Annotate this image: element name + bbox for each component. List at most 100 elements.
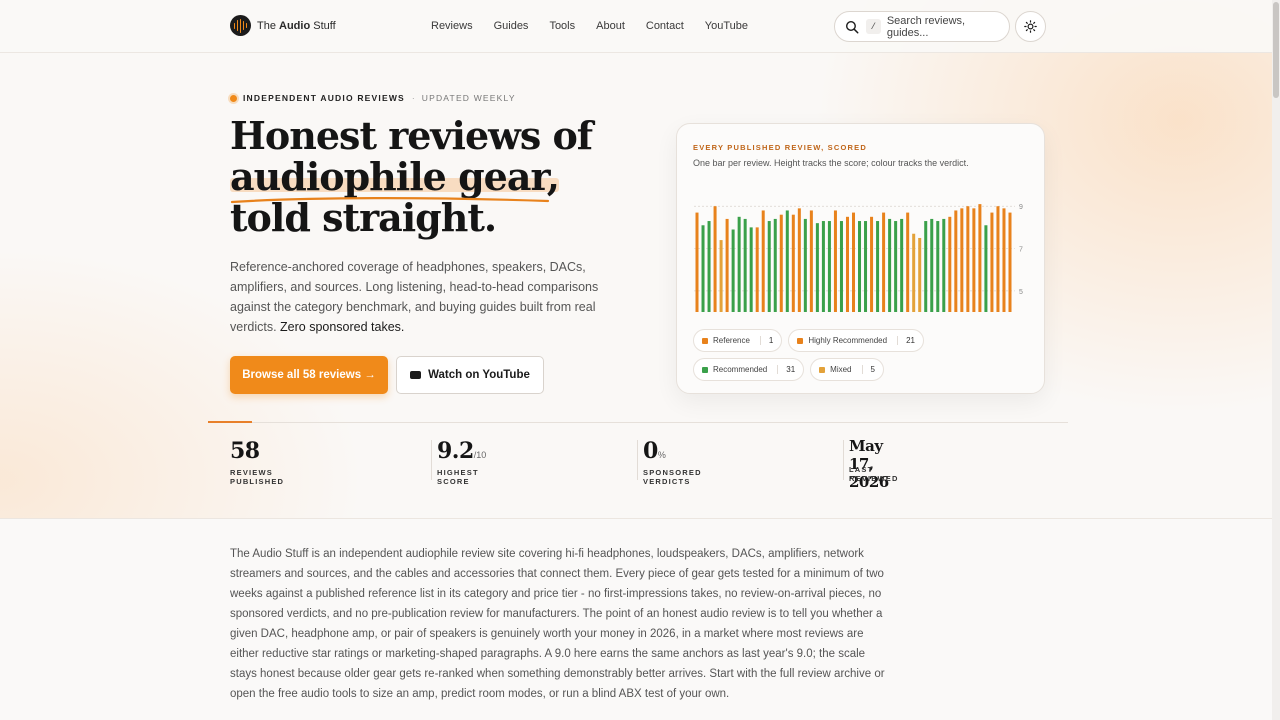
scrollbar-thumb[interactable]	[1273, 2, 1279, 98]
score-bar[interactable]	[978, 204, 982, 312]
score-bar[interactable]	[797, 208, 801, 312]
score-bar[interactable]	[803, 218, 807, 312]
nav-tools[interactable]: Tools	[549, 20, 575, 32]
hero-headline: Honest reviews of audiophile gear, told …	[230, 115, 650, 238]
score-bar[interactable]	[833, 210, 837, 312]
score-bar[interactable]	[996, 206, 1000, 312]
eyebrow-separator: ·	[411, 93, 415, 103]
legend-mixed[interactable]: Mixed 5	[810, 358, 884, 381]
legend-reference[interactable]: Reference 1	[693, 329, 783, 352]
score-bar[interactable]	[725, 218, 729, 312]
score-bar[interactable]	[918, 237, 922, 312]
stats-divider	[208, 422, 1068, 423]
score-bar[interactable]	[845, 216, 849, 312]
score-bar[interactable]	[719, 240, 723, 312]
score-bar[interactable]	[767, 221, 771, 312]
score-bar[interactable]	[930, 218, 934, 312]
hero-eyebrow: INDEPENDENT AUDIO REVIEWS · UPDATED WEEK…	[230, 93, 516, 103]
eyebrow-secondary: UPDATED WEEKLY	[421, 93, 516, 103]
nav-contact[interactable]: Contact	[646, 20, 684, 32]
score-bar[interactable]	[707, 221, 711, 312]
search-icon	[845, 20, 859, 34]
logo-icon	[230, 15, 251, 36]
score-bar[interactable]	[852, 212, 856, 312]
eyebrow-primary: INDEPENDENT AUDIO REVIEWS	[243, 93, 405, 103]
legend-highly-recommended[interactable]: Highly Recommended 21	[788, 329, 924, 352]
watch-youtube-button[interactable]: Watch on YouTube	[396, 356, 544, 394]
score-bar[interactable]	[876, 221, 880, 312]
score-bar[interactable]	[948, 216, 952, 312]
score-bar[interactable]	[960, 208, 964, 312]
score-bar[interactable]	[942, 218, 946, 312]
score-bar[interactable]	[809, 210, 813, 312]
nav-guides[interactable]: Guides	[494, 20, 529, 32]
score-bar[interactable]	[755, 227, 759, 312]
legend-recommended[interactable]: Recommended 31	[693, 358, 805, 381]
score-chart-card: EVERY PUBLISHED REVIEW, SCORED One bar p…	[676, 123, 1045, 394]
score-bar[interactable]	[984, 225, 988, 312]
site-header: The Audio Stuff Reviews Guides Tools Abo…	[0, 0, 1272, 53]
score-bar[interactable]	[713, 206, 717, 312]
score-bar[interactable]	[749, 227, 753, 312]
search-placeholder: Search reviews, guides...	[886, 14, 966, 39]
headline-underline-decoration	[230, 197, 550, 204]
legend-swatch	[702, 337, 708, 344]
score-bar[interactable]	[858, 221, 862, 312]
legend-swatch	[702, 366, 708, 373]
score-bar[interactable]	[966, 206, 970, 312]
score-bar[interactable]	[912, 233, 916, 312]
browse-reviews-button[interactable]: Browse all 58 reviews →	[230, 356, 388, 394]
score-bar[interactable]	[1008, 212, 1012, 312]
score-bar[interactable]	[900, 218, 904, 312]
score-bar-chart: 9 7 5	[694, 204, 1023, 313]
theme-toggle-button[interactable]	[1015, 11, 1046, 42]
score-bar[interactable]	[839, 221, 843, 312]
page-scrollbar[interactable]	[1272, 0, 1280, 720]
search-input[interactable]: / Search reviews, guides...	[834, 11, 1010, 42]
stats-accent-bar	[208, 421, 252, 423]
score-bar[interactable]	[894, 221, 898, 312]
headline-highlight: audiophile gear,	[230, 154, 560, 199]
score-bar[interactable]	[882, 212, 886, 312]
score-bar[interactable]	[821, 221, 825, 312]
headline-line-1: Honest reviews of	[230, 113, 593, 158]
watch-youtube-label: Watch on YouTube	[428, 369, 530, 381]
score-bar[interactable]	[906, 212, 910, 312]
score-bar[interactable]	[743, 218, 747, 312]
stat-last-reviewed: May 17, 2026 LAST REVIEWED	[849, 437, 899, 491]
stat-divider	[843, 440, 844, 480]
score-bar[interactable]	[761, 210, 765, 312]
sun-icon	[1024, 20, 1037, 33]
brand-logo-link[interactable]: The Audio Stuff	[230, 15, 336, 36]
score-bar[interactable]	[1002, 208, 1006, 312]
score-bar[interactable]	[888, 218, 892, 312]
score-bar[interactable]	[731, 229, 735, 313]
score-bar[interactable]	[864, 221, 868, 312]
score-bar[interactable]	[791, 214, 795, 312]
score-bar[interactable]	[773, 218, 777, 312]
y-tick-label: 9	[1019, 204, 1023, 211]
score-bar[interactable]	[785, 210, 789, 312]
score-bar[interactable]	[870, 216, 874, 312]
y-tick-label: 7	[1019, 247, 1023, 254]
score-bar[interactable]	[695, 212, 699, 312]
score-bar[interactable]	[936, 221, 940, 312]
score-bar[interactable]	[701, 225, 705, 312]
score-bar[interactable]	[827, 221, 831, 312]
score-bar[interactable]	[990, 212, 994, 312]
score-bar[interactable]	[737, 216, 741, 312]
live-dot-icon	[230, 94, 237, 102]
score-bar[interactable]	[779, 214, 783, 312]
legend-swatch	[797, 337, 804, 344]
score-bar[interactable]	[815, 223, 819, 312]
score-bar[interactable]	[972, 208, 976, 312]
nav-youtube[interactable]: YouTube	[705, 20, 748, 32]
chart-legend: Reference 1 Highly Recommended 21 Recommen…	[693, 329, 1033, 381]
score-bar[interactable]	[924, 221, 928, 312]
about-paragraph: The Audio Stuff is an independent audiop…	[230, 548, 885, 700]
nav-about[interactable]: About	[596, 20, 625, 32]
stat-sponsored-verdicts: 0% SPONSORED VERDICTS	[643, 438, 702, 486]
score-bar[interactable]	[954, 210, 958, 312]
nav-reviews[interactable]: Reviews	[431, 20, 473, 32]
brand-name: The Audio Stuff	[257, 19, 336, 32]
